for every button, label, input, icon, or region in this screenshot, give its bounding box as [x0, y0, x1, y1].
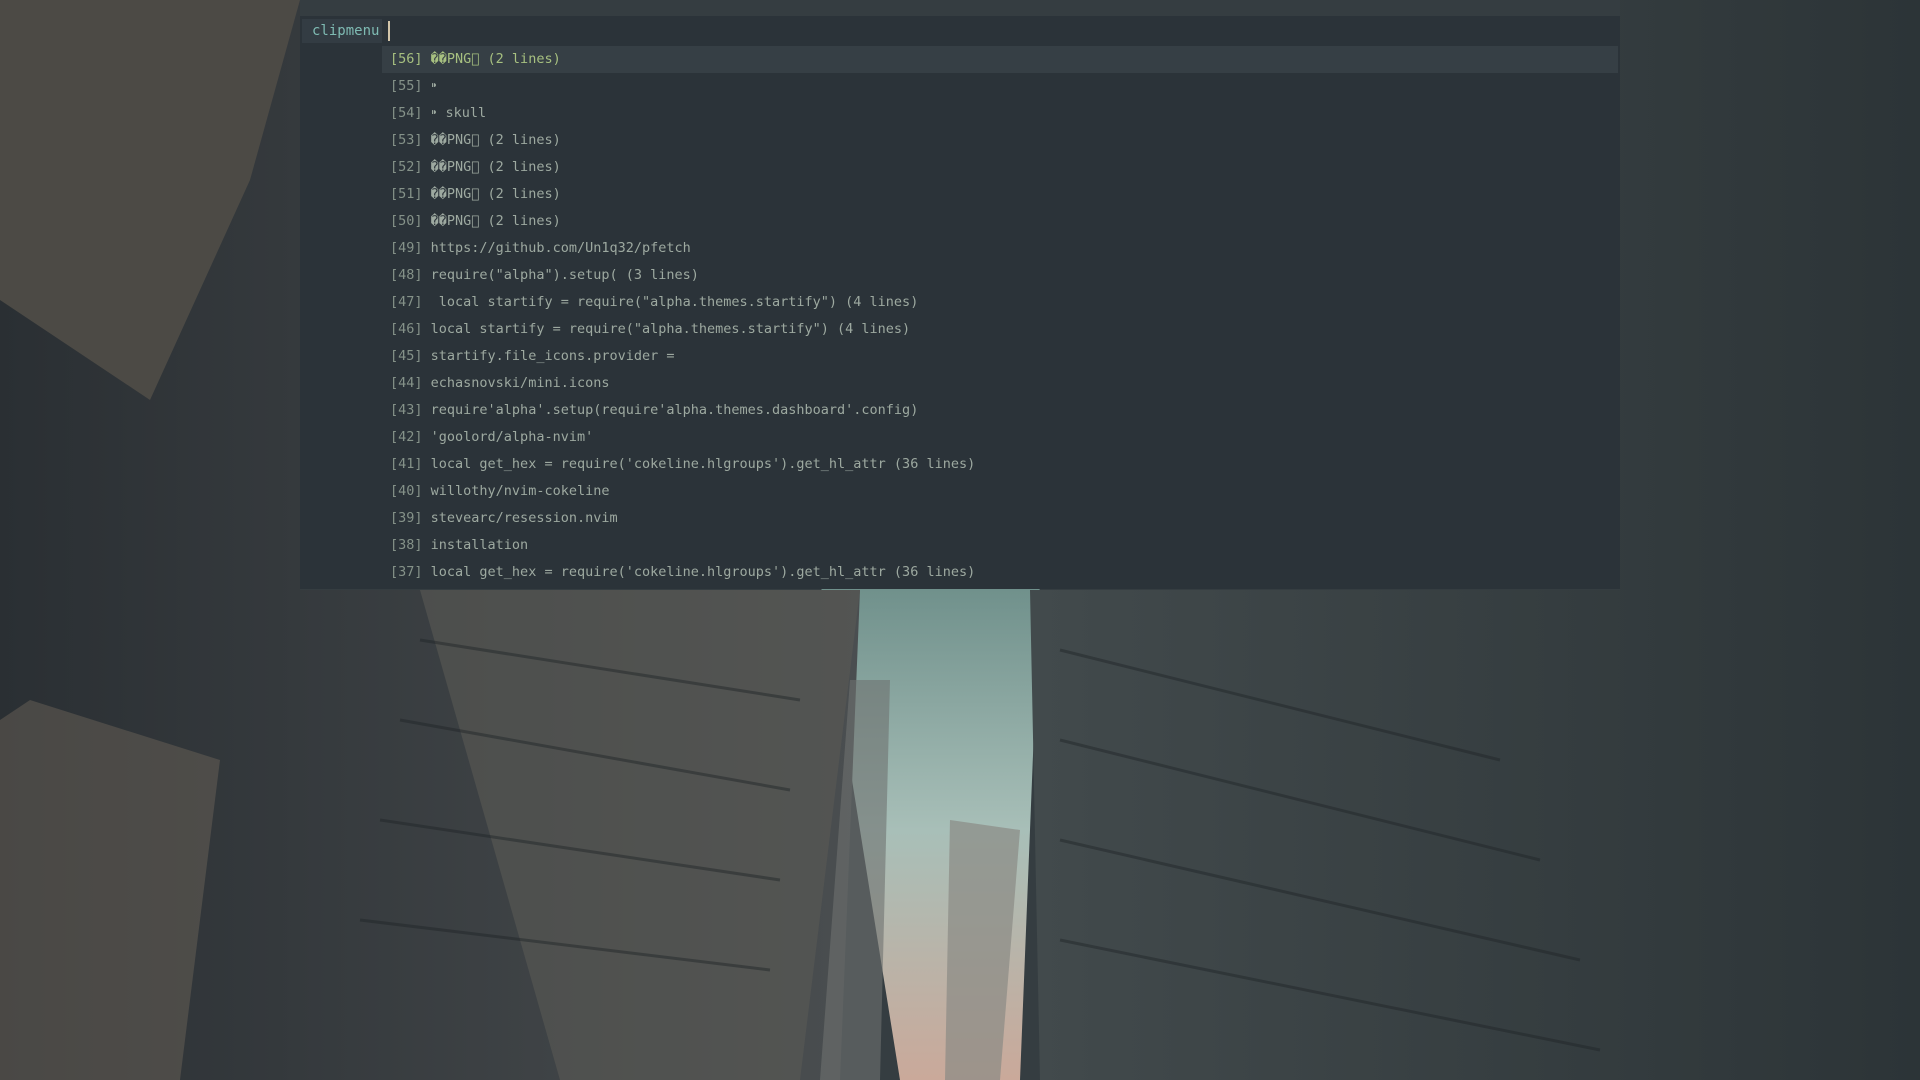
- list-item[interactable]: [39] stevearc/resession.nvim: [382, 505, 1618, 532]
- item-index: [38]: [390, 537, 423, 553]
- item-text: require'alpha'.setup(require'alpha.theme…: [430, 402, 919, 418]
- item-text: 'goolord/alpha-nvim': [430, 429, 594, 445]
- search-input[interactable]: [386, 19, 1606, 43]
- item-index: [40]: [390, 483, 423, 499]
- list-item[interactable]: [42] 'goolord/alpha-nvim': [382, 424, 1618, 451]
- item-index: [44]: [390, 375, 423, 391]
- item-text: local startify = require("alpha.themes.s…: [430, 294, 919, 310]
- list-item[interactable]: [40] willothy/nvim-cokeline: [382, 478, 1618, 505]
- list-item[interactable]: [56] ��PNG⃞ (2 lines): [382, 46, 1618, 73]
- clipboard-list: [56] ��PNG⃞ (2 lines) [55] ⁍ [54] ⁍ skul…: [382, 46, 1618, 586]
- list-item[interactable]: [47] local startify = require("alpha.the…: [382, 289, 1618, 316]
- item-text: ⁍: [430, 78, 438, 94]
- item-text: local get_hex = require('cokeline.hlgrou…: [430, 456, 976, 472]
- item-text: https://github.com/Un1q32/pfetch: [430, 240, 691, 256]
- item-text: startify.file_icons.provider =: [430, 348, 675, 364]
- item-index: [46]: [390, 321, 423, 337]
- item-index: [56]: [390, 51, 423, 67]
- item-index: [41]: [390, 456, 423, 472]
- item-text: require("alpha").setup( (3 lines): [430, 267, 699, 283]
- prompt-label: clipmenu: [302, 19, 382, 43]
- list-item[interactable]: [53] ��PNG⃞ (2 lines): [382, 127, 1618, 154]
- list-item[interactable]: [45] startify.file_icons.provider =: [382, 343, 1618, 370]
- item-text: ��PNG⃞ (2 lines): [430, 159, 561, 175]
- item-index: [45]: [390, 348, 423, 364]
- list-item[interactable]: [49] https://github.com/Un1q32/pfetch: [382, 235, 1618, 262]
- item-index: [42]: [390, 429, 423, 445]
- list-item[interactable]: [54] ⁍ skull: [382, 100, 1618, 127]
- item-index: [53]: [390, 132, 423, 148]
- item-text: local get_hex = require('cokeline.hlgrou…: [430, 564, 976, 580]
- list-item[interactable]: [46] local startify = require("alpha.the…: [382, 316, 1618, 343]
- item-index: [54]: [390, 105, 423, 121]
- item-index: [37]: [390, 564, 423, 580]
- item-index: [39]: [390, 510, 423, 526]
- item-index: [52]: [390, 159, 423, 175]
- list-item[interactable]: [55] ⁍: [382, 73, 1618, 100]
- item-text: stevearc/resession.nvim: [430, 510, 618, 526]
- item-index: [51]: [390, 186, 423, 202]
- item-text: ��PNG⃞ (2 lines): [430, 132, 561, 148]
- item-index: [55]: [390, 78, 423, 94]
- list-item[interactable]: [43] require'alpha'.setup(require'alpha.…: [382, 397, 1618, 424]
- desktop: clipmenu [56] ��PNG⃞ (2 lines) [55] ⁍ [5…: [0, 0, 1920, 1080]
- item-text: local startify = require("alpha.themes.s…: [430, 321, 911, 337]
- list-item[interactable]: [37] local get_hex = require('cokeline.h…: [382, 559, 1618, 586]
- list-item[interactable]: [41] local get_hex = require('cokeline.h…: [382, 451, 1618, 478]
- list-item[interactable]: [44] echasnovski/mini.icons: [382, 370, 1618, 397]
- item-index: [47]: [390, 294, 423, 310]
- clipmenu-window: clipmenu [56] ��PNG⃞ (2 lines) [55] ⁍ [5…: [300, 16, 1620, 589]
- item-text: installation: [430, 537, 529, 553]
- item-text: willothy/nvim-cokeline: [430, 483, 610, 499]
- item-text: ⁍ skull: [430, 105, 487, 121]
- list-item[interactable]: [51] ��PNG⃞ (2 lines): [382, 181, 1618, 208]
- list-item[interactable]: [48] require("alpha").setup( (3 lines): [382, 262, 1618, 289]
- prompt-row: clipmenu: [300, 16, 1620, 46]
- item-text: ��PNG⃞ (2 lines): [430, 186, 561, 202]
- text-cursor: [388, 21, 390, 41]
- list-item[interactable]: [38] installation: [382, 532, 1618, 559]
- item-index: [49]: [390, 240, 423, 256]
- item-text: ��PNG⃞ (2 lines): [430, 51, 561, 67]
- item-text: ��PNG⃞ (2 lines): [430, 213, 561, 229]
- item-index: [48]: [390, 267, 423, 283]
- list-item[interactable]: [50] ��PNG⃞ (2 lines): [382, 208, 1618, 235]
- item-index: [50]: [390, 213, 423, 229]
- list-item[interactable]: [52] ��PNG⃞ (2 lines): [382, 154, 1618, 181]
- item-text: echasnovski/mini.icons: [430, 375, 610, 391]
- item-index: [43]: [390, 402, 423, 418]
